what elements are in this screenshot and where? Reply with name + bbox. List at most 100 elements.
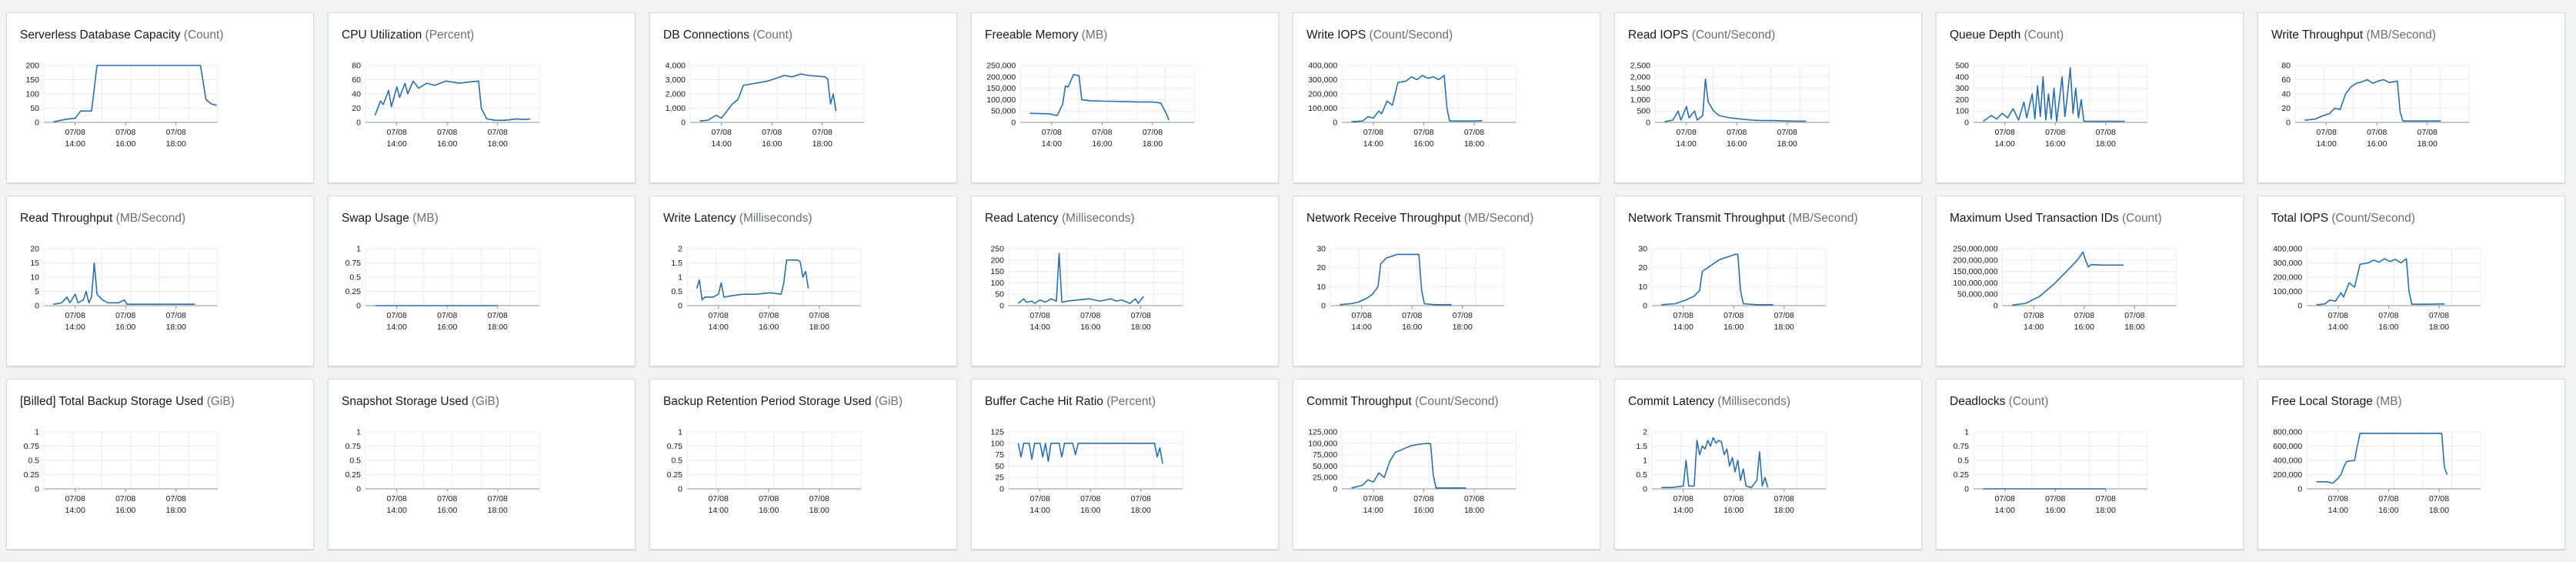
x-tick-time: 18:00 — [166, 323, 186, 332]
y-tick-label: 0.75 — [345, 259, 362, 268]
y-tick-label: 0 — [678, 302, 682, 311]
metric-card[interactable]: DB Connections (Count) 4,000 3,000 2,000 1,0… — [649, 12, 957, 183]
metric-chart[interactable]: 30 20 10 0 07/08 14:00 07/08 16:00 07/08 18:00 — [1615, 196, 1922, 366]
x-tick-date: 07/08 — [1673, 494, 1693, 503]
x-tick-time: 16:00 — [1413, 506, 1433, 515]
x-tick-time: 14:00 — [1352, 323, 1372, 332]
metric-card[interactable]: Deadlocks (Count) 1 0.75 0.5 0.25 0 07/08 14:00… — [1936, 379, 2244, 550]
metric-card[interactable]: Backup Retention Period Storage Used (Gi… — [649, 379, 957, 550]
series-line[interactable] — [1029, 74, 1170, 121]
metric-card[interactable]: Serverless Database Capacity (Count) 200 1… — [6, 12, 314, 183]
metric-chart[interactable]: 500400 300 200 100 0 07/08 14:00 07/08 16:00 07/0… — [1937, 13, 2244, 183]
metric-chart[interactable]: 200 150 100 50 0 07/08 14:00 07/08 16:00 07/08 18:… — [7, 13, 314, 183]
y-tick-label: 250,000,000 — [1953, 245, 1998, 254]
metric-chart[interactable]: 20 15 10 5 0 07/08 14:00 07/08 16:00 07/08 18:00 — [7, 196, 314, 366]
y-tick-label: 200,000 — [2273, 273, 2302, 283]
y-tick-label: 3,000 — [666, 75, 686, 85]
metric-chart[interactable]: 2,5002,000 1,500 1,000 500 0 07/08 14:00 07/08 1… — [1615, 13, 1922, 183]
x-tick-time: 16:00 — [1080, 506, 1100, 515]
series-line[interactable] — [2304, 79, 2441, 122]
metric-chart[interactable]: 250,000200,000 150,000 100,000 50,000 0 07/08… — [972, 13, 1279, 183]
metric-card[interactable]: Commit Throughput (Count/Second) 125,000 1… — [1293, 379, 1600, 550]
x-tick-time: 14:00 — [712, 139, 732, 149]
metric-chart[interactable]: 80 60 40 20 0 07/08 14:00 07/08 16:00 07/08 18:00 — [2258, 13, 2565, 183]
metric-chart[interactable]: 125 100 75 50 25 0 07/08 14:00 07/08 16:00 07/08 18… — [972, 380, 1279, 550]
metric-card[interactable]: Read Throughput (MB/Second) 20 15 10 5 0 07/08… — [6, 196, 314, 366]
x-tick-date: 07/08 — [1030, 311, 1050, 320]
series-line[interactable] — [1351, 443, 1467, 489]
series-line[interactable] — [696, 259, 809, 301]
series-line[interactable] — [1982, 67, 2125, 122]
x-tick-date: 07/08 — [1080, 494, 1100, 503]
metric-chart[interactable]: 800,000 600,000 400,000 200,000 0 07/08 14:00 0… — [2258, 380, 2565, 550]
metric-card[interactable]: Queue Depth (Count) 500 400 300 200 100 0 07/08… — [1936, 12, 2244, 183]
metric-card[interactable]: Buffer Cache Hit Ratio (Percent) 125 100 75… — [971, 379, 1279, 550]
series-line[interactable] — [1017, 443, 1163, 464]
x-tick-time: 16:00 — [1080, 323, 1100, 332]
metric-chart[interactable]: 1 0.75 0.5 0.25 0 07/08 14:00 07/08 16:00 07/08 18… — [650, 380, 957, 550]
metric-card[interactable]: Network Receive Throughput (MB/Second) 30… — [1293, 196, 1600, 366]
x-tick-date: 07/08 — [166, 311, 186, 320]
metric-chart[interactable]: 80 60 40 20 0 07/08 14:00 07/08 16:00 07/08 18:00 — [329, 13, 636, 183]
metric-chart[interactable]: 250,000,000 200,000,000 150,000,000 100,000… — [1937, 196, 2244, 366]
x-tick-time: 18:00 — [1774, 506, 1794, 515]
x-tick-date: 07/08 — [115, 128, 135, 137]
metric-card[interactable]: Freeable Memory (MB) 250,000 200,000 150,00… — [971, 12, 1279, 183]
x-tick-time: 18:00 — [813, 139, 833, 149]
y-tick-label: 1 — [356, 245, 361, 254]
metric-chart[interactable]: 1 0.75 0.5 0.25 0 07/08 14:00 07/08 16:00 07/08 18… — [1937, 380, 2244, 550]
metric-card[interactable]: Write Latency (Milliseconds) 2 1.5 1 0.5 0 07/… — [649, 196, 957, 366]
metric-card[interactable]: [Billed] Total Backup Storage Used (GiB)… — [6, 379, 314, 550]
metric-chart[interactable]: 30 20 10 0 07/08 14:00 07/08 16:00 07/08 18:00 — [1293, 196, 1600, 366]
metric-chart[interactable]: 1 0.75 0.5 0.25 0 07/08 14:00 07/08 16:00 07/08 18… — [7, 380, 314, 550]
x-tick-time: 14:00 — [1995, 506, 2015, 515]
metric-card[interactable]: Read Latency (Milliseconds) 250 200 150 100 5… — [971, 196, 1279, 366]
series-line[interactable] — [1661, 253, 1774, 306]
metric-chart[interactable]: 1 0.75 0.5 0.25 0 07/08 14:00 07/08 16:00 07/08 18… — [329, 380, 636, 550]
metric-card[interactable]: Swap Usage (MB) 1 0.75 0.5 0.25 0 07/08 14:00 07… — [328, 196, 636, 366]
series-line[interactable] — [53, 262, 195, 305]
y-tick-label: 100,000 — [1308, 104, 1337, 113]
metric-chart[interactable]: 250 200 150 100 50 0 07/08 14:00 07/08 16:00 07/08… — [972, 196, 1279, 366]
y-tick-label: 50,000 — [1313, 462, 1337, 471]
metric-card[interactable]: Snapshot Storage Used (GiB) 1 0.75 0.5 0.25 0… — [328, 379, 636, 550]
metric-card[interactable]: Commit Latency (Milliseconds) 2 1.5 1 0.5 0 07… — [1614, 379, 1922, 550]
metric-chart[interactable]: 2 1.5 1 0.5 0 07/08 14:00 07/08 16:00 07/08 18:00 — [650, 196, 957, 366]
metric-chart[interactable]: 400,000 300,000 200,000 100,000 0 07/08 14:00 0… — [1293, 13, 1600, 183]
x-tick-date: 07/08 — [1723, 311, 1743, 320]
metric-chart[interactable]: 125,000 100,000 75,000 50,000 25,000 0 07/08 14… — [1293, 380, 1600, 550]
y-tick-label: 200,000,000 — [1953, 256, 1998, 265]
series-line[interactable] — [1661, 437, 1769, 488]
x-tick-date: 07/08 — [387, 494, 407, 503]
metric-card[interactable]: CPU Utilization (Percent) 80 60 40 20 0 07/08 1… — [328, 12, 636, 183]
series-line[interactable] — [1664, 79, 1807, 122]
y-tick-label: 0.5 — [349, 273, 361, 283]
y-tick-label: 25 — [995, 473, 1004, 483]
series-line[interactable] — [1340, 253, 1452, 306]
metric-card[interactable]: Free Local Storage (MB) 800,000 600,000 400… — [2257, 379, 2565, 550]
y-tick-label: 15 — [30, 259, 39, 268]
metric-card[interactable]: Read IOPS (Count/Second) 2,500 2,000 1,500 1… — [1614, 12, 1922, 183]
y-tick-label: 50 — [995, 290, 1004, 299]
x-tick-date: 07/08 — [1143, 128, 1163, 137]
x-tick-date: 07/08 — [2328, 311, 2348, 320]
y-tick-label: 0 — [1964, 485, 1969, 494]
metric-chart[interactable]: 2 1.5 1 0.5 0 07/08 14:00 07/08 16:00 07/08 18:00 — [1615, 380, 1922, 550]
x-tick-time: 14:00 — [65, 139, 85, 149]
x-tick-time: 14:00 — [709, 506, 729, 515]
y-tick-label: 1 — [1964, 428, 1969, 437]
metric-card[interactable]: Maximum Used Transaction IDs (Count) 250,… — [1936, 196, 2244, 366]
metric-chart[interactable]: 4,000 3,000 2,000 1,000 0 07/08 14:00 07/08 16:0… — [650, 13, 957, 183]
y-tick-label: 0.5 — [349, 457, 361, 466]
metric-card[interactable]: Network Transmit Throughput (MB/Second) 3… — [1614, 196, 1922, 366]
y-tick-label: 0 — [1964, 119, 1969, 128]
y-tick-label: 300 — [1955, 84, 1969, 93]
metric-chart[interactable]: 400,000 300,000 200,000 100,000 0 07/08 14:00 0… — [2258, 196, 2565, 366]
x-tick-time: 14:00 — [1995, 139, 2015, 149]
series-line[interactable] — [699, 73, 837, 122]
metric-card[interactable]: Write IOPS (Count/Second) 400,000 300,000 2… — [1293, 12, 1600, 183]
y-tick-label: 0 — [2297, 485, 2302, 494]
metric-chart[interactable]: 1 0.75 0.5 0.25 0 07/08 14:00 07/08 16:00 07/08 18… — [329, 196, 636, 366]
metric-card[interactable]: Total IOPS (Count/Second) 400,000 300,000 2… — [2257, 196, 2565, 366]
metric-card[interactable]: Write Throughput (MB/Second) 80 60 40 20 0 07/… — [2257, 12, 2565, 183]
